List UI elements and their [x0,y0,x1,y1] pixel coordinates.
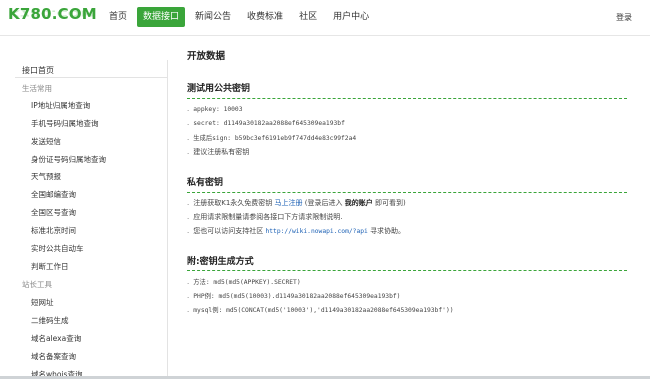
sidebar-divider [15,77,167,78]
sidebar-item-id-lookup[interactable]: 身份证号码归属地查询 [31,154,106,165]
section-divider [187,98,627,99]
nav-user-center[interactable]: 用户中心 [327,7,375,27]
main-nav: 首页 数据接口 新闻公告 收费标准 社区 用户中心 [103,7,379,27]
section-title-public-key: 测试用公共密钥 [187,84,251,94]
list-item-register: . 注册获取K1永久免费密钥 马上注册 (登录后进入 我的账户 即可看到) [187,199,406,207]
php-example: PHP例: md5(md5(10003).d1149a30182aa2088ef… [193,293,401,300]
community-text: 您也可以访问支持社区 [193,227,264,235]
register-note-end: 即可看到) [374,199,406,207]
top-navigation-bar: K780.COM K780.COM 首页 数据接口 新闻公告 收费标准 社区 用… [0,0,650,36]
section-title-sign-method: 附:密钥生成方式 [187,257,254,267]
sidebar-item-api-home[interactable]: 接口首页 [22,65,54,76]
method-text: 方法: md5(md5(APPKEY).SECRET) [193,279,301,286]
list-item-secret: . secret: d1149a30182aa2088ef645309ea193b… [187,119,345,127]
sidebar-item-beijing-time[interactable]: 标准北京时间 [31,225,76,236]
nav-home[interactable]: 首页 [103,7,133,27]
sidebar-item-qrcode[interactable]: 二维码生成 [31,315,69,326]
sidebar-item-workday[interactable]: 判断工作日 [31,261,69,272]
sidebar-item-weather[interactable]: 天气预报 [31,171,61,182]
sidebar-item-icp[interactable]: 域名备案查询 [31,351,76,362]
register-note: (登录后进入 [304,199,343,207]
page-title: 开放数据 [187,51,226,62]
logo-reflection: K780.COM [8,8,96,18]
sidebar-item-phone-lookup[interactable]: 手机号码归属地查询 [31,118,99,129]
sidebar-category-life: 生活常用 [22,84,52,93]
nav-news[interactable]: 新闻公告 [189,7,237,27]
section-divider [187,270,627,271]
sidebar-item-ip-lookup[interactable]: IP地址归属地查询 [31,100,90,111]
sign-value: 生成后sign: b59bc3ef6191eb9f747dd4e83c99f2a… [193,135,357,142]
sidebar-item-send-sms[interactable]: 发送短信 [31,136,61,147]
advice-text: 建议注册私有密钥 [193,148,250,156]
list-item-advice: . 建议注册私有密钥 [187,148,250,156]
list-item-mysql: . mysql例: md5(CONCAT(md5('10003'),'d1149a… [187,306,454,314]
login-link[interactable]: 登录 [616,12,632,23]
sidebar-item-area-code[interactable]: 全国区号查询 [31,207,76,218]
my-account-link[interactable]: 我的账户 [345,199,373,207]
list-item-appkey: . appkey: 10003 [187,105,243,113]
section-title-private-key: 私有密钥 [187,178,224,188]
list-item-method: . 方法: md5(md5(APPKEY).SECRET) [187,278,301,286]
sidebar-category-webmaster: 站长工具 [22,280,52,289]
mysql-example: mysql例: md5(CONCAT(md5('10003'),'d1149a3… [193,307,454,314]
nav-community[interactable]: 社区 [293,7,323,27]
sidebar-item-public-bike[interactable]: 实时公共自动车 [31,243,84,254]
list-item-php: . PHP例: md5(md5(10003).d1149a30182aa2088e… [187,292,401,300]
list-item-sign: . 生成后sign: b59bc3ef6191eb9f747dd4e83c99f2… [187,134,357,142]
sidebar-item-alexa[interactable]: 域名alexa查询 [31,333,81,344]
register-text: 注册获取K1永久免费密钥 [193,199,273,207]
sidebar: 接口首页 生活常用 IP地址归属地查询 手机号码归属地查询 发送短信 身份证号码… [15,60,168,379]
site-logo[interactable]: K780.COM K780.COM [8,5,97,31]
sidebar-item-short-url[interactable]: 短网址 [31,297,54,308]
register-link[interactable]: 马上注册 [275,199,303,207]
list-item-community: . 您也可以访问支持社区 http://wiki.nowapi.com/?api … [187,227,406,235]
community-text-end: 寻求协助。 [370,227,406,235]
nav-data-api[interactable]: 数据接口 [137,7,186,27]
nav-pricing[interactable]: 收费标准 [241,7,289,27]
limits-text: 应用请求限制量请参阅各接口下方请求限制说明. [193,213,343,221]
section-divider [187,192,627,193]
wiki-link[interactable]: http://wiki.nowapi.com/?api [265,228,367,235]
appkey-value: appkey: 10003 [193,106,243,113]
secret-value: secret: d1149a30182aa2088ef645309ea193bf [193,120,345,127]
sidebar-item-postcode[interactable]: 全国邮编查询 [31,189,76,200]
list-item-limits: . 应用请求限制量请参阅各接口下方请求限制说明. [187,213,343,221]
